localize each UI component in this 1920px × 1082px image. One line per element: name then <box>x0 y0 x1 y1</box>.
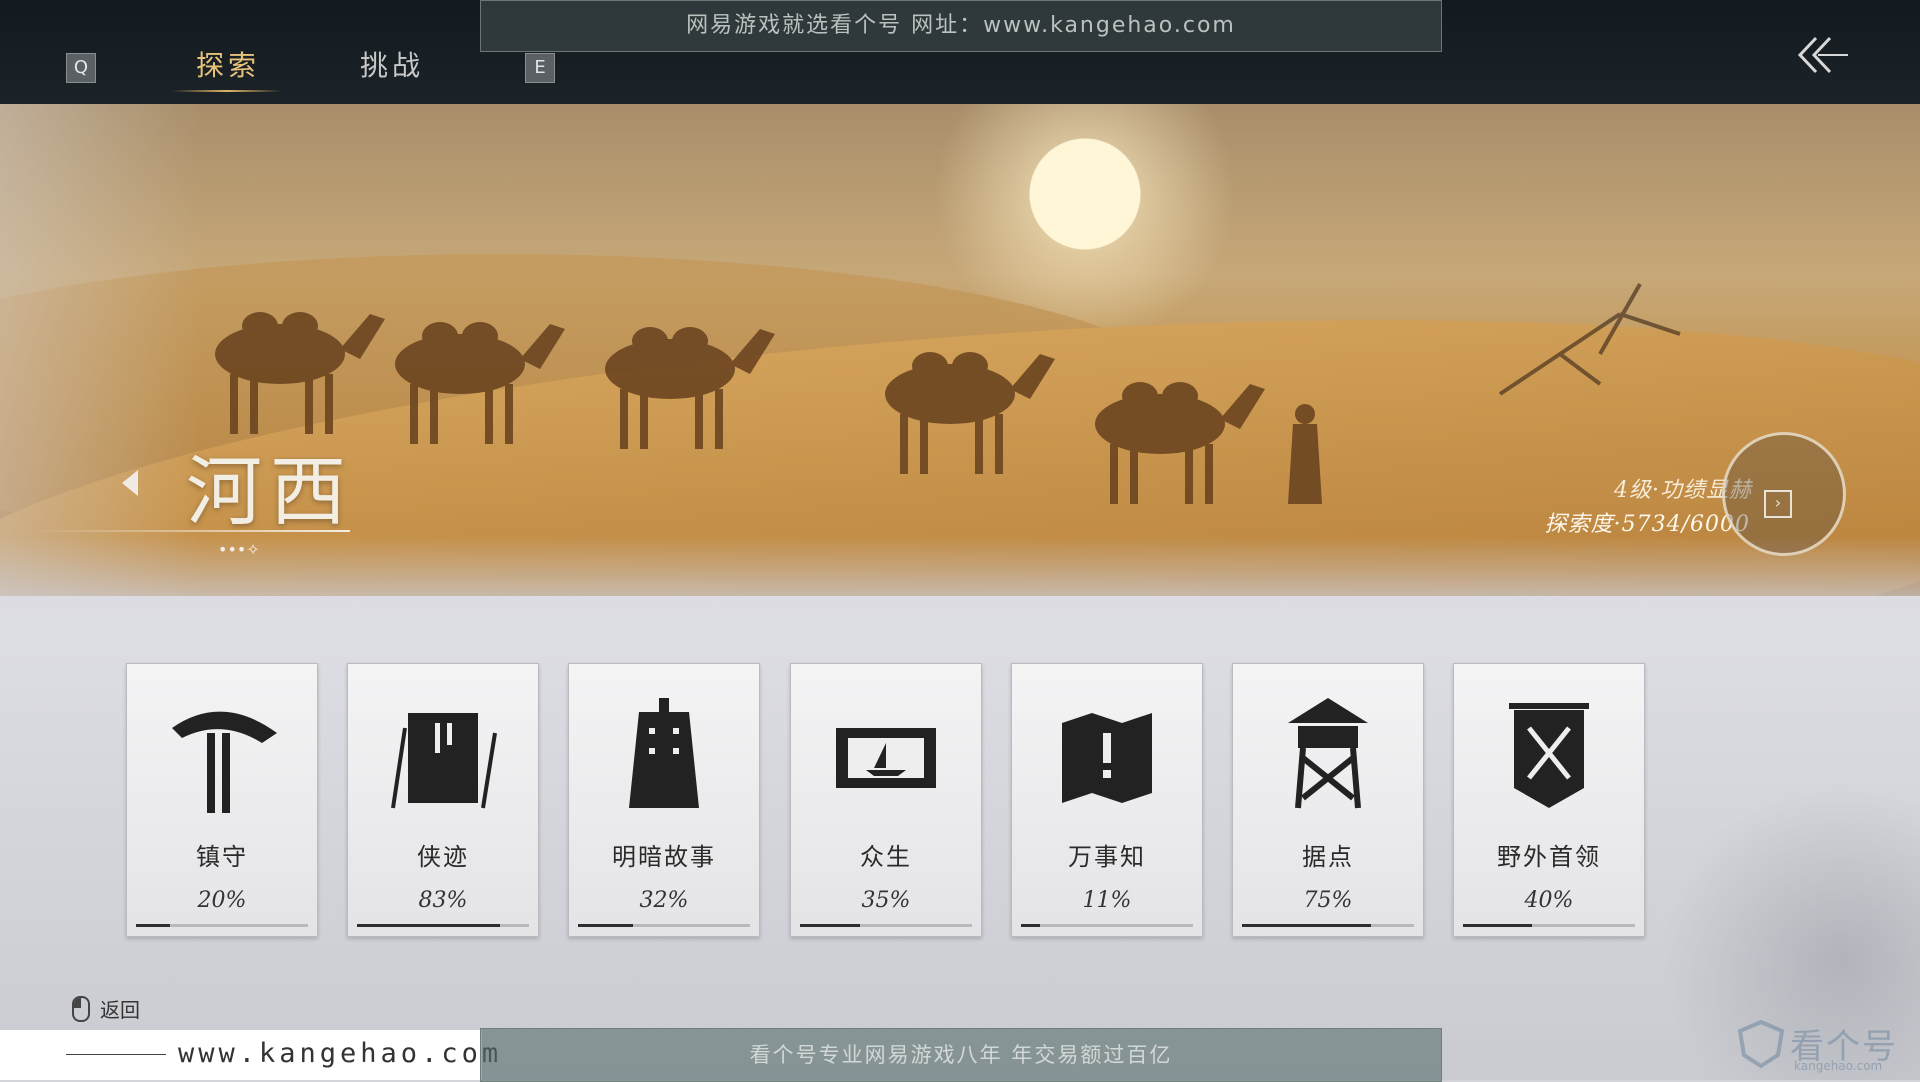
card-progress-bar <box>1021 924 1193 927</box>
open-map-icon[interactable]: › <box>1764 490 1792 518</box>
return-hint[interactable]: 返回 <box>72 994 140 1023</box>
map-exclamation-icon <box>1062 713 1152 803</box>
card-progress-fill <box>1463 924 1532 927</box>
category-card-hero-trail[interactable]: 侠迹 83% <box>347 663 539 937</box>
card-label: 万事知 <box>1068 843 1146 871</box>
card-progress-bar <box>1242 924 1414 927</box>
back-arrows-icon[interactable] <box>1790 30 1850 80</box>
card-progress-fill <box>357 924 500 927</box>
divider-line <box>66 1054 166 1055</box>
card-percent: 11% <box>1082 888 1132 913</box>
card-label: 侠迹 <box>417 843 469 871</box>
hero-fade-left <box>0 104 200 596</box>
card-label: 野外首领 <box>1497 843 1601 871</box>
card-label: 镇守 <box>196 843 248 871</box>
shield-logo-icon <box>1737 1019 1785 1069</box>
card-progress-fill <box>800 924 861 927</box>
watermark-banner-top: 网易游戏就选看个号 网址：www.kangehao.com <box>480 0 1442 52</box>
book-bamboo-icon <box>391 713 497 809</box>
site-url: www.kangehao.com <box>178 1038 503 1069</box>
card-progress-bar <box>578 924 750 927</box>
region-name: 河西 <box>186 447 354 536</box>
corner-logo: 看个号 kangehao.com <box>1730 1015 1910 1075</box>
crossed-swords-banner-icon <box>1509 703 1589 808</box>
category-card-stronghold[interactable]: 据点 75% <box>1232 663 1424 937</box>
card-progress-fill <box>578 924 634 927</box>
card-percent: 40% <box>1524 888 1574 913</box>
category-card-guard[interactable]: 镇守 20% <box>126 663 318 937</box>
bell-icon <box>629 698 699 808</box>
prev-region-arrow-icon[interactable] <box>122 470 138 496</box>
footer-site-watermark: www.kangehao.com <box>0 1030 498 1080</box>
card-progress-fill <box>1021 924 1040 927</box>
card-percent: 20% <box>197 888 247 913</box>
key-q-hint[interactable]: Q <box>66 53 96 83</box>
key-e-hint[interactable]: E <box>525 53 555 83</box>
category-card-knowledge[interactable]: 万事知 11% <box>1011 663 1203 937</box>
card-progress-bar <box>1463 924 1635 927</box>
watchtower-icon <box>1288 698 1368 809</box>
watermark-banner-bottom: 看个号专业网易游戏八年 年交易额过百亿 <box>480 1028 1442 1082</box>
card-progress-fill <box>1242 924 1371 927</box>
exploration-progress: 探索度·5734/6000 <box>1544 512 1750 537</box>
scroll-boat-icon <box>836 728 936 788</box>
hero-fade-bottom <box>0 536 1920 596</box>
card-label: 明暗故事 <box>612 843 716 871</box>
tab-active-underline <box>172 90 282 92</box>
return-label: 返回 <box>100 998 140 1022</box>
region-page-dots-icon: •••✧ <box>218 540 260 559</box>
card-label: 据点 <box>1302 843 1354 871</box>
card-progress-bar <box>357 924 529 927</box>
region-divider <box>30 530 350 532</box>
category-card-stories[interactable]: 明暗故事 32% <box>568 663 760 937</box>
card-percent: 35% <box>861 888 911 913</box>
category-card-wild-boss[interactable]: 野外首领 40% <box>1453 663 1645 937</box>
card-progress-bar <box>136 924 308 927</box>
logo-subtext: kangehao.com <box>1794 1059 1883 1073</box>
card-label: 众生 <box>860 843 912 871</box>
tab-challenge[interactable]: 挑战 <box>360 44 424 84</box>
top-bar: Q 探索 挑战 E 网易游戏就选看个号 网址：www.kangehao.com <box>0 0 1920 104</box>
card-percent: 32% <box>639 888 689 913</box>
tab-explore[interactable]: 探索 <box>196 44 260 84</box>
card-percent: 75% <box>1303 888 1353 913</box>
mouse-icon <box>72 995 90 1022</box>
category-card-people[interactable]: 众生 35% <box>790 663 982 937</box>
card-percent: 83% <box>418 888 468 913</box>
card-progress-bar <box>800 924 972 927</box>
straw-hat-swords-icon <box>172 711 277 813</box>
card-progress-fill <box>136 924 171 927</box>
